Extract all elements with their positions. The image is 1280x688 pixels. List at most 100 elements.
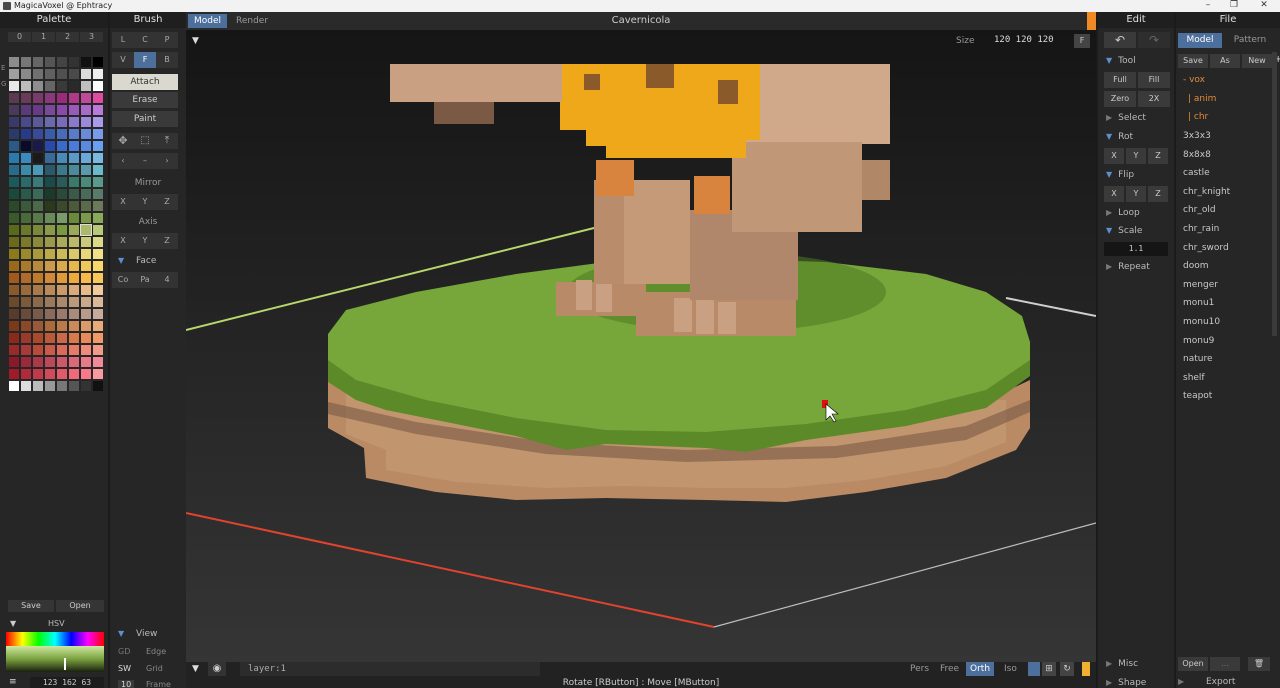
file-item[interactable]: chr_sword	[1183, 243, 1229, 253]
color-swatch[interactable]	[44, 248, 56, 260]
color-swatch[interactable]	[8, 164, 20, 176]
color-swatch[interactable]	[44, 80, 56, 92]
color-swatch[interactable]	[8, 92, 20, 104]
file-list-scrollbar[interactable]	[1272, 52, 1277, 336]
color-swatch[interactable]	[80, 248, 92, 260]
arrow-left-icon[interactable]: ‹	[112, 153, 134, 169]
color-swatch[interactable]	[44, 140, 56, 152]
file-tab-model[interactable]: Model	[1178, 33, 1222, 48]
file-item[interactable]: monu1	[1183, 298, 1214, 308]
bottom-menu-icon[interactable]: ▼	[192, 664, 199, 674]
color-swatch[interactable]	[32, 200, 44, 212]
color-swatch[interactable]	[8, 236, 20, 248]
color-swatch[interactable]	[8, 248, 20, 260]
palette-tab-0[interactable]: 0	[8, 32, 31, 42]
erase-button[interactable]: Erase	[112, 92, 178, 108]
color-swatch[interactable]	[20, 80, 32, 92]
color-swatch[interactable]	[8, 260, 20, 272]
color-swatch[interactable]	[56, 164, 68, 176]
color-swatch[interactable]	[68, 308, 80, 320]
export-expand-icon[interactable]: ▶	[1178, 677, 1184, 686]
file-item[interactable]: 8x8x8	[1183, 150, 1211, 160]
color-swatch[interactable]	[68, 368, 80, 380]
brush-mode-b[interactable]: B	[156, 52, 178, 68]
file-save-as-button[interactable]: As	[1210, 54, 1240, 68]
color-swatch[interactable]	[32, 188, 44, 200]
color-swatch[interactable]	[20, 188, 32, 200]
color-swatch[interactable]	[20, 380, 32, 392]
file-item[interactable]: monu9	[1183, 336, 1214, 346]
color-swatch[interactable]	[44, 164, 56, 176]
size-apply-button[interactable]: F	[1074, 34, 1090, 48]
color-swatch[interactable]	[80, 68, 92, 80]
hsv-collapse-icon[interactable]: ▼	[10, 619, 16, 628]
file-dots-button[interactable]: ...	[1210, 657, 1240, 671]
color-swatch[interactable]	[56, 224, 68, 236]
hue-slider[interactable]	[6, 632, 104, 646]
color-swatch[interactable]	[80, 104, 92, 116]
arrow-right-icon[interactable]: ›	[156, 153, 178, 169]
color-swatch[interactable]	[20, 116, 32, 128]
color-swatch[interactable]	[56, 56, 68, 68]
color-swatch[interactable]	[80, 368, 92, 380]
color-swatch[interactable]	[80, 284, 92, 296]
color-swatch[interactable]	[20, 248, 32, 260]
color-swatch[interactable]	[20, 56, 32, 68]
color-swatch[interactable]	[32, 212, 44, 224]
color-swatch[interactable]	[92, 380, 104, 392]
color-swatch[interactable]	[92, 68, 104, 80]
color-swatch[interactable]	[20, 284, 32, 296]
color-swatch[interactable]	[8, 152, 20, 164]
color-swatch[interactable]	[92, 212, 104, 224]
move-up-icon[interactable]: ⤒	[156, 133, 178, 149]
face-co-button[interactable]: Co	[112, 272, 134, 288]
color-swatch[interactable]	[44, 224, 56, 236]
color-swatch[interactable]	[32, 332, 44, 344]
attach-button[interactable]: Attach	[112, 74, 178, 90]
file-item[interactable]: menger	[1183, 280, 1218, 290]
color-swatch[interactable]	[56, 320, 68, 332]
color-swatch[interactable]	[44, 236, 56, 248]
color-swatch[interactable]	[20, 176, 32, 188]
color-swatch[interactable]	[92, 56, 104, 68]
color-swatch[interactable]	[56, 380, 68, 392]
color-swatch[interactable]	[32, 320, 44, 332]
color-swatch[interactable]	[44, 356, 56, 368]
color-swatch[interactable]	[8, 320, 20, 332]
color-swatch[interactable]	[32, 152, 44, 164]
close-icon[interactable]: ✕	[1252, 0, 1276, 12]
shape-section[interactable]: ▶ Shape	[1106, 678, 1146, 688]
mirror-y-button[interactable]: Y	[134, 194, 156, 210]
color-swatch[interactable]	[44, 272, 56, 284]
double-button[interactable]: 2X	[1138, 91, 1170, 107]
color-swatch[interactable]	[44, 116, 56, 128]
color-swatch[interactable]	[68, 164, 80, 176]
color-swatch[interactable]	[56, 68, 68, 80]
color-swatch[interactable]	[92, 308, 104, 320]
color-swatch[interactable]	[80, 296, 92, 308]
color-swatch[interactable]	[68, 284, 80, 296]
maximize-icon[interactable]: ❐	[1222, 0, 1246, 12]
color-swatch[interactable]	[80, 188, 92, 200]
color-swatch[interactable]	[56, 80, 68, 92]
color-swatch[interactable]	[32, 236, 44, 248]
color-swatch[interactable]	[44, 320, 56, 332]
color-swatch[interactable]	[8, 188, 20, 200]
palette-save-button[interactable]: Save	[8, 600, 54, 612]
color-swatch[interactable]	[80, 332, 92, 344]
color-swatch[interactable]	[44, 284, 56, 296]
color-swatch[interactable]	[20, 344, 32, 356]
color-swatch[interactable]	[68, 200, 80, 212]
palette-menu-icon[interactable]: ≡	[9, 677, 17, 687]
color-swatch[interactable]	[20, 212, 32, 224]
color-swatch[interactable]	[68, 140, 80, 152]
color-swatch[interactable]	[92, 344, 104, 356]
color-swatch[interactable]	[80, 92, 92, 104]
view-collapse-icon[interactable]: ▼	[118, 629, 124, 638]
color-swatch[interactable]	[56, 356, 68, 368]
color-swatch[interactable]	[56, 92, 68, 104]
cam-iso-button[interactable]: Iso	[1004, 664, 1017, 674]
mirror-z-button[interactable]: Z	[156, 194, 178, 210]
color-swatch[interactable]	[20, 356, 32, 368]
color-swatch[interactable]	[80, 380, 92, 392]
